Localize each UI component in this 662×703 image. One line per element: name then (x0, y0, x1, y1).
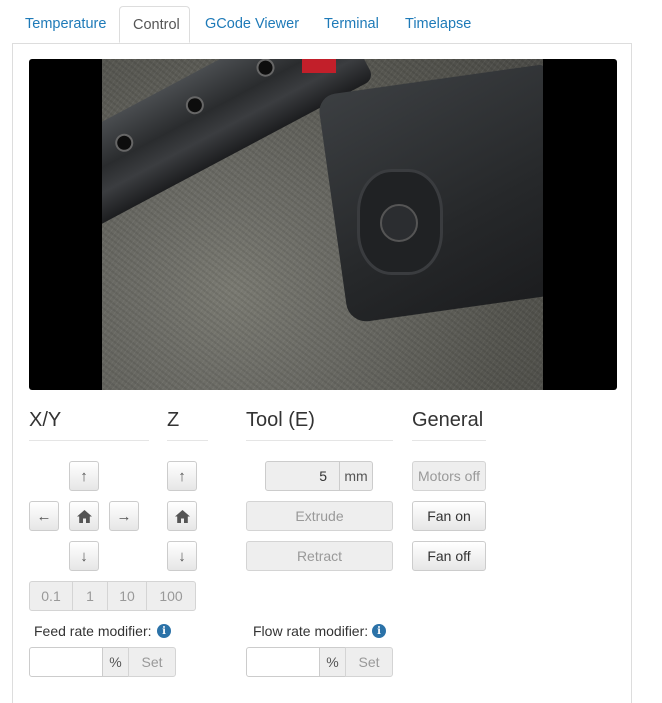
jog-z-down-button[interactable]: ↓ (167, 541, 197, 571)
flow-rate-info-icon[interactable]: i (372, 624, 386, 638)
extrude-amount-unit: mm (339, 461, 373, 491)
step-size-100-button[interactable]: 100 (146, 581, 196, 611)
arrow-right-icon: → (116, 507, 132, 525)
tab-timelapse[interactable]: Timelapse (392, 6, 484, 43)
fan-off-button[interactable]: Fan off (412, 541, 486, 571)
jog-y-up-button[interactable]: ↑ (69, 461, 99, 491)
home-xy-button[interactable] (69, 501, 99, 531)
flow-rate-label: Flow rate modifier: (253, 623, 369, 639)
feed-rate-label: Feed rate modifier: (34, 623, 152, 639)
feed-rate-unit: % (102, 647, 129, 677)
jog-x-right-button[interactable]: → (109, 501, 139, 531)
step-size-10-button[interactable]: 10 (107, 581, 147, 611)
arrow-up-icon: ↑ (80, 467, 88, 485)
tool-divider (246, 440, 393, 441)
retract-button[interactable]: Retract (246, 541, 393, 571)
home-icon (76, 509, 92, 523)
tab-bar: Temperature Control GCode Viewer Termina… (12, 6, 632, 44)
tab-gcode-viewer[interactable]: GCode Viewer (192, 6, 312, 43)
feed-rate-set-button[interactable]: Set (128, 647, 176, 677)
arrow-left-icon: ← (36, 507, 52, 525)
webcam-image (102, 59, 543, 390)
jog-y-down-button[interactable]: ↓ (69, 541, 99, 571)
extrude-button[interactable]: Extrude (246, 501, 393, 531)
xy-title: X/Y (29, 409, 62, 431)
tab-terminal[interactable]: Terminal (311, 6, 392, 43)
home-z-button[interactable] (167, 501, 197, 531)
step-size-1-button[interactable]: 1 (72, 581, 108, 611)
arrow-down-icon: ↓ (178, 547, 186, 565)
tool-title: Tool (E) (246, 409, 315, 431)
extrude-amount-input[interactable]: 5 (265, 461, 340, 491)
webcam-stream (29, 59, 617, 390)
flow-rate-input[interactable] (246, 647, 320, 677)
general-title: General (412, 409, 484, 431)
tab-control[interactable]: Control (119, 6, 190, 43)
fan-on-button[interactable]: Fan on (412, 501, 486, 531)
arrow-up-icon: ↑ (178, 467, 186, 485)
motors-off-button[interactable]: Motors off (412, 461, 486, 491)
z-title: Z (167, 409, 180, 431)
home-icon (174, 509, 190, 523)
jog-z-up-button[interactable]: ↑ (167, 461, 197, 491)
feed-rate-input[interactable] (29, 647, 103, 677)
feed-rate-info-icon[interactable]: i (157, 624, 171, 638)
step-size-0-1-button[interactable]: 0.1 (29, 581, 73, 611)
tab-temperature[interactable]: Temperature (12, 6, 119, 43)
flow-rate-set-button[interactable]: Set (345, 647, 393, 677)
xy-divider (29, 440, 149, 441)
general-divider (412, 440, 486, 441)
z-divider (167, 440, 208, 441)
arrow-down-icon: ↓ (80, 547, 88, 565)
flow-rate-unit: % (319, 647, 346, 677)
jog-x-left-button[interactable]: ← (29, 501, 59, 531)
